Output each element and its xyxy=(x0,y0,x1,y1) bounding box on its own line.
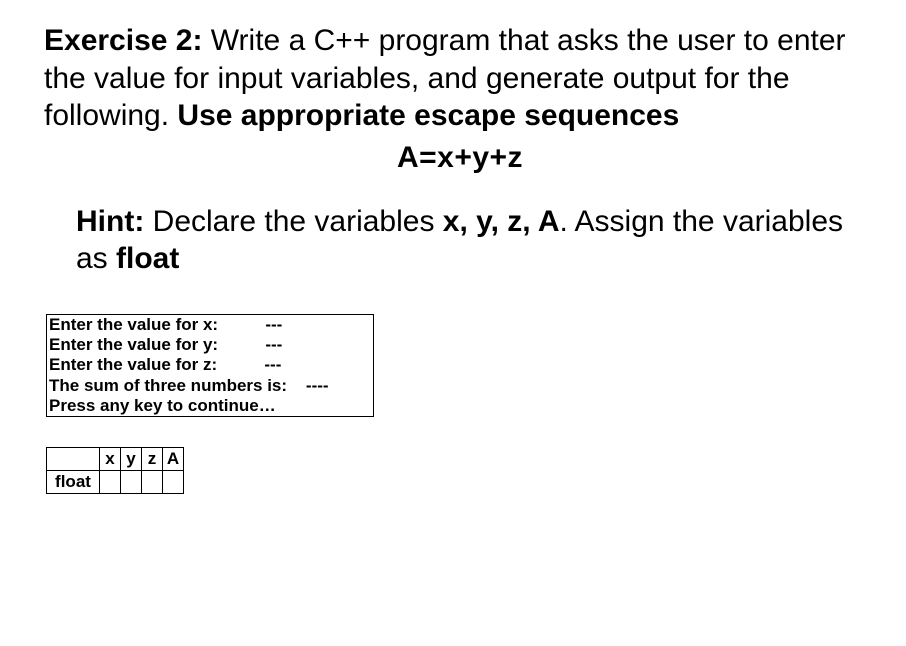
table-cell-value xyxy=(163,471,184,494)
exercise-document: Exercise 2: Write a C++ program that ask… xyxy=(0,0,906,524)
table-cell-value xyxy=(100,471,121,494)
table-cell-var: A xyxy=(163,448,184,471)
table-cell-value xyxy=(121,471,142,494)
sample-output-box: Enter the value for x: --- Enter the val… xyxy=(46,314,374,418)
table-row: x y z A xyxy=(47,448,184,471)
output-line: Enter the value for x: --- xyxy=(49,315,371,335)
hint-type: float xyxy=(116,242,179,275)
table-cell-var: x xyxy=(100,448,121,471)
table-row: float xyxy=(47,471,184,494)
exercise-prompt: Exercise 2: Write a C++ program that ask… xyxy=(44,22,876,135)
hint: Hint: Declare the variables x, y, z, A. … xyxy=(76,203,876,278)
table-cell-value xyxy=(142,471,163,494)
table-cell-type: float xyxy=(47,471,100,494)
table-cell-var: y xyxy=(121,448,142,471)
output-line: Enter the value for z: --- xyxy=(49,355,371,375)
variable-type-table: x y z A float xyxy=(46,447,184,494)
table-cell-var: z xyxy=(142,448,163,471)
output-line: Enter the value for y: --- xyxy=(49,335,371,355)
hint-vars: x, y, z, A xyxy=(443,205,560,238)
exercise-text-bold: Use appropriate escape sequences xyxy=(177,99,679,132)
output-line: Press any key to continue… xyxy=(49,396,371,416)
hint-text-1: Declare the variables xyxy=(144,205,442,238)
formula: A=x+y+z xyxy=(44,141,876,175)
exercise-label: Exercise 2: xyxy=(44,24,202,57)
table-cell-empty xyxy=(47,448,100,471)
output-line: The sum of three numbers is: ---- xyxy=(49,376,371,396)
hint-label: Hint: xyxy=(76,205,144,238)
